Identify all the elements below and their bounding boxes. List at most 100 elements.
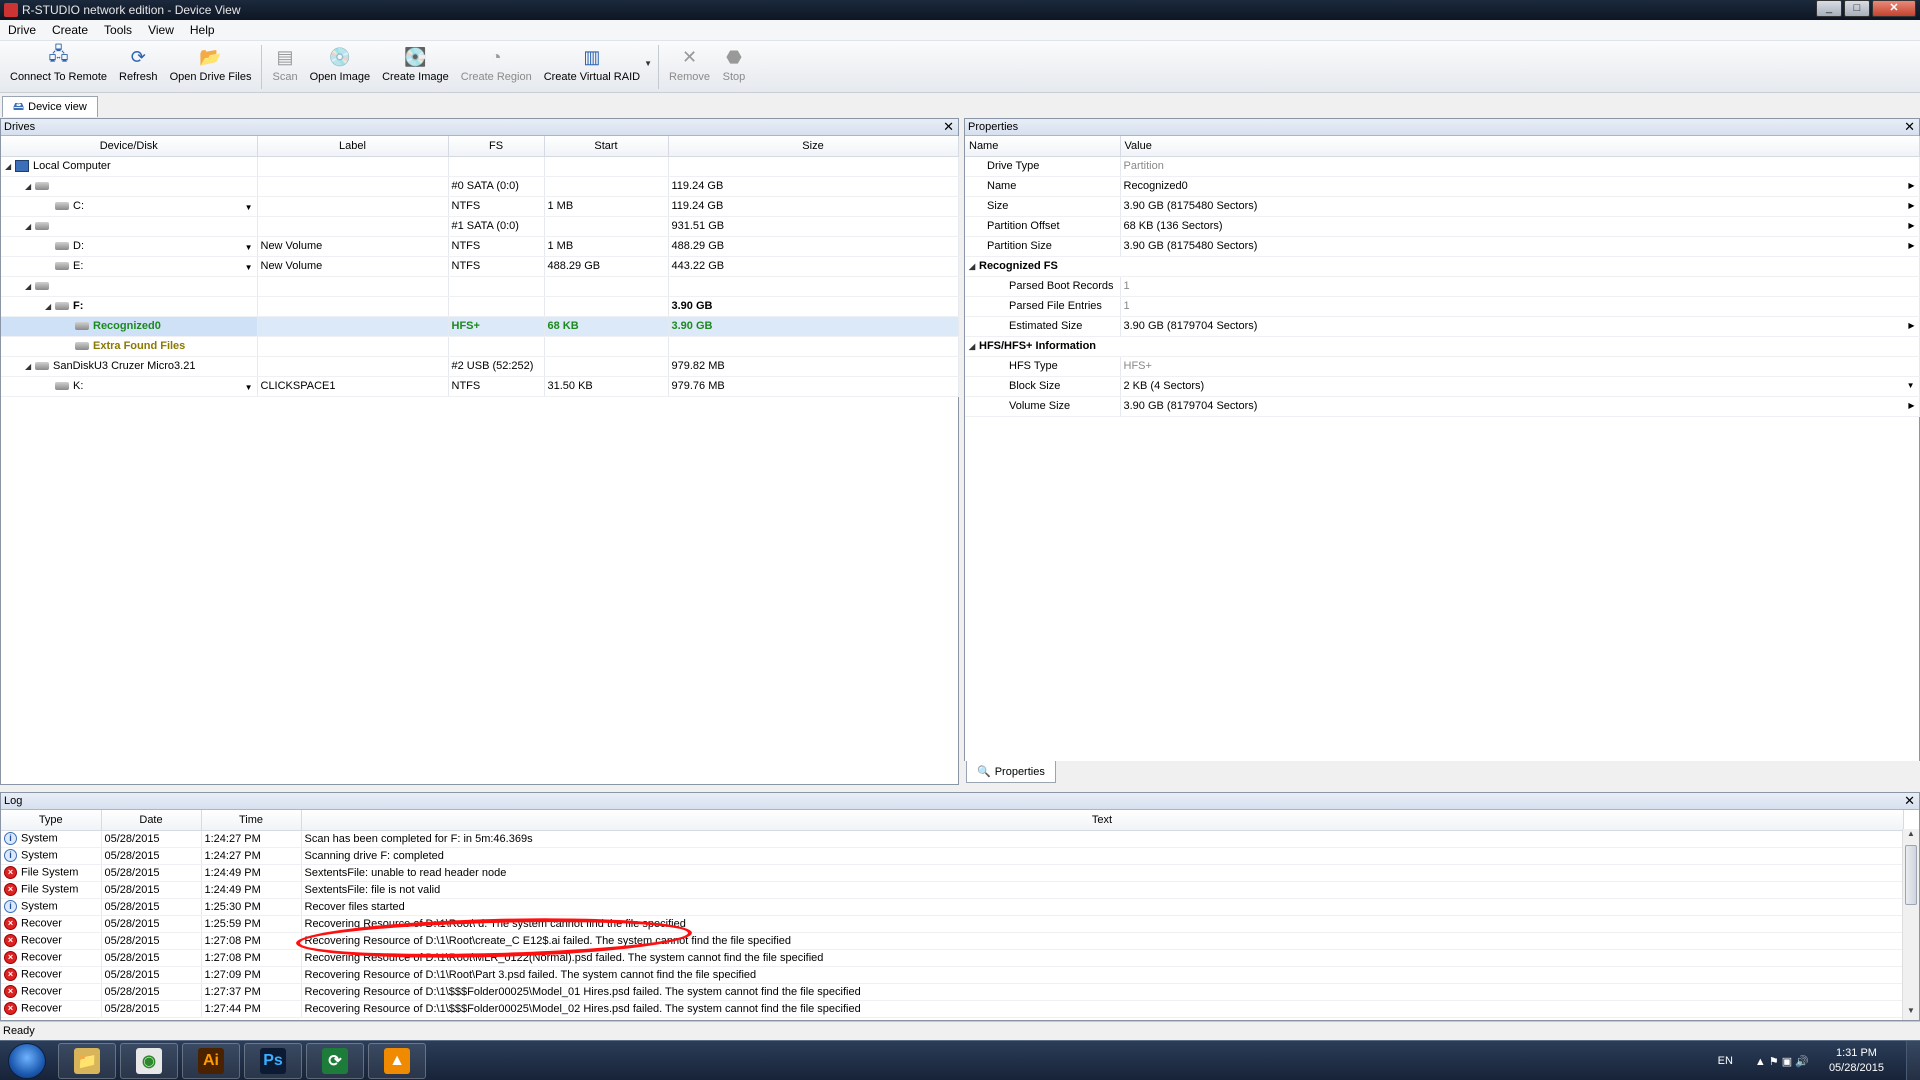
log-scrollbar[interactable]: ▲ ▼ bbox=[1902, 829, 1919, 1020]
chevron-down-icon[interactable]: ▼ bbox=[245, 263, 253, 272]
tab-device-view[interactable]: 🖴 Device view bbox=[2, 96, 98, 117]
column-header-label[interactable]: Label bbox=[257, 136, 449, 157]
expand-triangle-icon[interactable]: ◢ bbox=[25, 282, 35, 291]
property-row[interactable]: Estimated Size 3.90 GB (8179704 Sectors) ▶ bbox=[965, 316, 1920, 337]
log-row[interactable]: × Recover 05/28/2015 1:27:37 PM Recovering R… bbox=[1, 983, 1904, 1001]
column-header-start[interactable]: Start bbox=[544, 136, 669, 157]
property-row[interactable]: Name Recognized0 ▶ bbox=[965, 176, 1920, 197]
chevron-right-icon[interactable]: ▶ bbox=[1908, 321, 1914, 330]
tray-icons[interactable]: ▲ ⚑ ▣ 🔊 bbox=[1755, 1055, 1809, 1068]
drive-row[interactable]: Extra Found Files bbox=[1, 336, 959, 357]
menu-tools[interactable]: Tools bbox=[96, 23, 140, 37]
log-row[interactable]: × File System 05/28/2015 1:24:49 PM Sextents… bbox=[1, 864, 1904, 882]
refresh-button[interactable]: ⟳ Refresh bbox=[113, 41, 164, 84]
expand-triangle-icon[interactable]: ◢ bbox=[969, 262, 979, 271]
chevron-down-icon[interactable]: ▼ bbox=[245, 383, 253, 392]
column-header-name[interactable]: Name bbox=[965, 136, 1121, 157]
create-region-button[interactable]: ◔ Create Region bbox=[455, 41, 538, 84]
drive-row[interactable]: Recognized0 HFS+ 68 KB 3.90 GB bbox=[1, 316, 959, 337]
scroll-thumb[interactable] bbox=[1905, 845, 1917, 905]
expand-triangle-icon[interactable]: ◢ bbox=[5, 162, 15, 171]
open-image-button[interactable]: 💿 Open Image bbox=[304, 41, 377, 84]
taskbar-vlc[interactable]: ▲ bbox=[368, 1043, 426, 1079]
expand-triangle-icon[interactable]: ◢ bbox=[45, 302, 55, 311]
property-row[interactable]: Volume Size 3.90 GB (8179704 Sectors) ▶ bbox=[965, 396, 1920, 417]
stop-button[interactable]: ⬣ Stop bbox=[716, 41, 752, 84]
log-column-time[interactable]: Time bbox=[201, 810, 302, 831]
column-header-value[interactable]: Value bbox=[1120, 136, 1920, 157]
create-virtual-raid-button[interactable]: ▥ Create Virtual RAID bbox=[538, 41, 646, 84]
property-row[interactable]: Block Size 2 KB (4 Sectors) ▼ bbox=[965, 376, 1920, 397]
properties-close-icon[interactable]: ✕ bbox=[1904, 119, 1915, 135]
create-image-button[interactable]: 💽 Create Image bbox=[376, 41, 455, 84]
log-row[interactable]: × Recover 05/28/2015 1:25:59 PM Recovering R… bbox=[1, 915, 1904, 933]
chevron-down-icon[interactable]: ▼ bbox=[644, 59, 652, 68]
expand-triangle-icon[interactable]: ◢ bbox=[25, 362, 35, 371]
maximize-button[interactable]: □ bbox=[1844, 0, 1870, 17]
expand-triangle-icon[interactable]: ◢ bbox=[25, 222, 35, 231]
property-row[interactable]: Partition Offset 68 KB (136 Sectors) ▶ bbox=[965, 216, 1920, 237]
menu-view[interactable]: View bbox=[140, 23, 182, 37]
property-row[interactable]: Drive Type Partition bbox=[965, 156, 1920, 177]
close-button[interactable]: ✕ bbox=[1872, 0, 1916, 17]
property-row[interactable]: Partition Size 3.90 GB (8175480 Sectors) ▶ bbox=[965, 236, 1920, 257]
taskbar-illustrator[interactable]: Ai bbox=[182, 1043, 240, 1079]
log-column-type[interactable]: Type bbox=[1, 810, 102, 831]
clock[interactable]: 1:31 PM 05/28/2015 bbox=[1829, 1046, 1884, 1076]
log-row[interactable]: i System 05/28/2015 1:25:30 PM Recover files… bbox=[1, 898, 1904, 916]
log-row[interactable]: i System 05/28/2015 1:24:27 PM Scan has been… bbox=[1, 830, 1904, 848]
log-row[interactable]: × Recover 05/28/2015 1:27:44 PM Recovering R… bbox=[1, 1000, 1904, 1018]
property-row[interactable]: Parsed File Entries 1 bbox=[965, 296, 1920, 317]
taskbar-photoshop[interactable]: Ps bbox=[244, 1043, 302, 1079]
property-group-row[interactable]: ◢ Recognized FS bbox=[965, 256, 1920, 277]
menu-drive[interactable]: Drive bbox=[0, 23, 44, 37]
column-header-fs[interactable]: FS bbox=[448, 136, 545, 157]
chevron-right-icon[interactable]: ▶ bbox=[1908, 201, 1914, 210]
drive-row[interactable]: ◢ bbox=[1, 276, 959, 297]
scroll-up-icon[interactable]: ▲ bbox=[1903, 829, 1919, 843]
chevron-right-icon[interactable]: ▶ bbox=[1908, 221, 1914, 230]
menu-create[interactable]: Create bbox=[44, 23, 96, 37]
log-close-icon[interactable]: ✕ bbox=[1904, 793, 1915, 809]
start-button[interactable] bbox=[8, 1043, 46, 1079]
chevron-down-icon[interactable]: ▼ bbox=[1907, 381, 1915, 390]
show-desktop-button[interactable] bbox=[1906, 1041, 1920, 1080]
expand-triangle-icon[interactable]: ◢ bbox=[969, 342, 979, 351]
property-row[interactable]: Parsed Boot Records 1 bbox=[965, 276, 1920, 297]
log-row[interactable]: × Recover 05/28/2015 1:27:08 PM Recovering R… bbox=[1, 932, 1904, 950]
chevron-down-icon[interactable]: ▼ bbox=[245, 243, 253, 252]
open-drive-files-button[interactable]: 📂 Open Drive Files bbox=[164, 41, 258, 84]
language-indicator[interactable]: EN bbox=[1718, 1055, 1733, 1067]
log-column-text[interactable]: Text bbox=[301, 810, 1904, 831]
taskbar-r-studio[interactable]: ⟳ bbox=[306, 1043, 364, 1079]
drive-row[interactable]: ◢ SanDiskU3 Cruzer Micro3.21 #2 USB (52:25… bbox=[1, 356, 959, 377]
drive-row[interactable]: C: ▼ NTFS 1 MB 119.24 GB bbox=[1, 196, 959, 217]
column-header-size[interactable]: Size bbox=[668, 136, 959, 157]
log-column-date[interactable]: Date bbox=[101, 810, 202, 831]
chevron-right-icon[interactable]: ▶ bbox=[1908, 181, 1914, 190]
scan-button[interactable]: ▤ Scan bbox=[266, 41, 303, 84]
drive-row[interactable]: E: ▼ New Volume NTFS 488.29 GB 443.22 GB bbox=[1, 256, 959, 277]
minimize-button[interactable]: _ bbox=[1816, 0, 1842, 17]
remove-button[interactable]: ✕ Remove bbox=[663, 41, 716, 84]
property-group-row[interactable]: ◢ HFS/HFS+ Information bbox=[965, 336, 1920, 357]
connect-to-remote-button[interactable]: 🖧 Connect To Remote bbox=[4, 41, 113, 83]
log-row[interactable]: × Recover 05/28/2015 1:27:09 PM Recovering R… bbox=[1, 966, 1904, 984]
scroll-down-icon[interactable]: ▼ bbox=[1903, 1006, 1919, 1020]
drive-row[interactable]: ◢ #0 SATA (0:0) 119.24 GB bbox=[1, 176, 959, 197]
drives-close-icon[interactable]: ✕ bbox=[943, 119, 954, 135]
property-row[interactable]: Size 3.90 GB (8175480 Sectors) ▶ bbox=[965, 196, 1920, 217]
menu-help[interactable]: Help bbox=[182, 23, 223, 37]
log-row[interactable]: i System 05/28/2015 1:24:27 PM Scanning driv… bbox=[1, 847, 1904, 865]
log-row[interactable]: × File System 05/28/2015 1:24:49 PM Sextents… bbox=[1, 881, 1904, 899]
taskbar-explorer[interactable]: 📁 bbox=[58, 1043, 116, 1079]
drive-row[interactable]: ◢ Local Computer bbox=[1, 156, 959, 177]
taskbar-chrome[interactable]: ◉ bbox=[120, 1043, 178, 1079]
log-row[interactable]: × Recover 05/28/2015 1:27:08 PM Recovering R… bbox=[1, 949, 1904, 967]
drive-row[interactable]: ◢ #1 SATA (0:0) 931.51 GB bbox=[1, 216, 959, 237]
drive-row[interactable]: K: ▼ CLICKSPACE1 NTFS 31.50 KB 979.76 MB bbox=[1, 376, 959, 397]
tab-properties[interactable]: 🔍 Properties bbox=[966, 761, 1056, 783]
expand-triangle-icon[interactable]: ◢ bbox=[25, 182, 35, 191]
chevron-right-icon[interactable]: ▶ bbox=[1908, 401, 1914, 410]
property-row[interactable]: HFS Type HFS+ bbox=[965, 356, 1920, 377]
